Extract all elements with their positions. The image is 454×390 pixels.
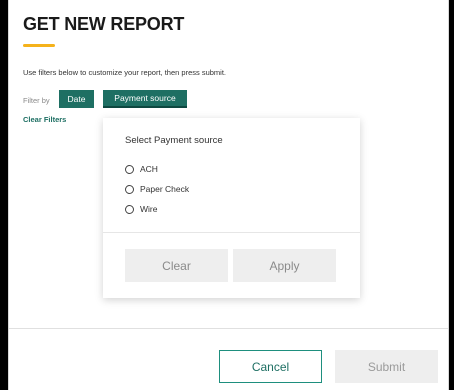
radio-unchecked-icon[interactable] <box>125 184 134 194</box>
dropdown-title: Select Payment source <box>125 135 223 146</box>
cancel-button[interactable]: Cancel <box>219 350 322 383</box>
clear-filters-link[interactable]: Clear Filters <box>23 115 66 124</box>
option-wire[interactable]: Wire <box>125 204 157 214</box>
submit-button[interactable]: Submit <box>335 350 438 383</box>
dropdown-divider <box>103 232 360 233</box>
filter-payment-source-button[interactable]: Payment source <box>103 90 187 108</box>
radio-unchecked-icon[interactable] <box>125 164 134 174</box>
option-ach[interactable]: ACH <box>125 164 158 174</box>
filter-by-label: Filter by <box>23 96 50 105</box>
radio-unchecked-icon[interactable] <box>125 204 134 214</box>
option-label: Paper Check <box>140 184 190 194</box>
option-label: ACH <box>140 164 158 174</box>
report-panel: GET NEW REPORT Use filters below to cust… <box>8 0 449 390</box>
dropdown-apply-button[interactable]: Apply <box>233 249 336 282</box>
page-title: GET NEW REPORT <box>23 14 185 34</box>
title-accent-underline <box>23 44 55 47</box>
instructions-text: Use filters below to customize your repo… <box>23 68 226 77</box>
option-label: Wire <box>140 204 158 214</box>
dropdown-clear-button[interactable]: Clear <box>125 249 228 282</box>
footer-divider <box>9 328 448 329</box>
option-paper-check[interactable]: Paper Check <box>125 184 189 194</box>
payment-source-dropdown: Select Payment source ACH Paper Check Wi… <box>103 118 360 298</box>
filter-date-button[interactable]: Date <box>59 90 94 108</box>
